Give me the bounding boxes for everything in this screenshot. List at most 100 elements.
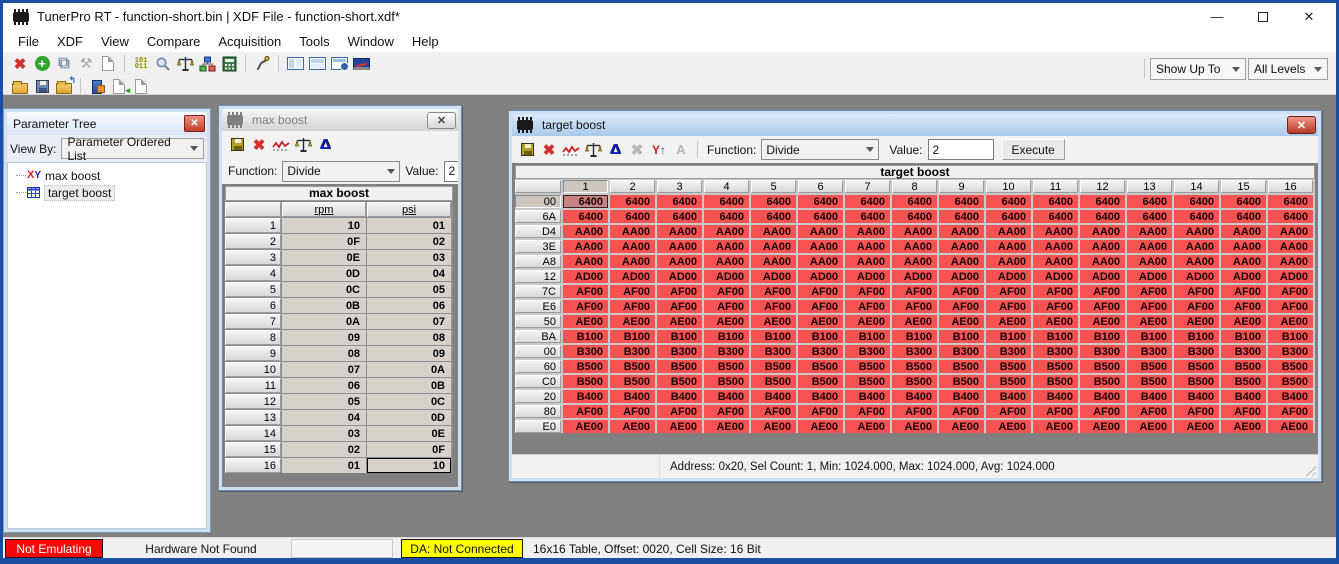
table-cell[interactable]: AF00 <box>1268 300 1313 313</box>
table-cell[interactable]: B500 <box>939 375 984 388</box>
table-cell[interactable]: AE00 <box>1268 420 1313 433</box>
column-header-9[interactable]: 9 <box>939 180 984 193</box>
row-header[interactable]: 6A <box>515 210 561 223</box>
table-cell[interactable]: B100 <box>892 330 937 343</box>
table-cell[interactable]: B300 <box>1127 345 1172 358</box>
table-cell[interactable]: AA00 <box>939 225 984 238</box>
table-cell[interactable]: AA00 <box>704 225 749 238</box>
value-input[interactable]: 2 <box>444 161 459 182</box>
table-cell[interactable]: 0E <box>367 426 451 441</box>
table-cell[interactable]: AF00 <box>1174 300 1219 313</box>
table-cell[interactable]: AF00 <box>657 285 702 298</box>
table-cell[interactable]: AA00 <box>610 255 655 268</box>
acquisition-probe-icon[interactable] <box>251 54 273 74</box>
table-cell[interactable]: B300 <box>1221 345 1266 358</box>
function-select[interactable]: Divide <box>282 161 400 182</box>
table-cell[interactable]: AA00 <box>704 240 749 253</box>
menu-item-view[interactable]: View <box>92 31 138 52</box>
save-file-icon[interactable] <box>31 77 53 97</box>
table-cell[interactable]: B100 <box>751 330 796 343</box>
table-cell[interactable]: 0A <box>282 314 366 329</box>
column-header-5[interactable]: 5 <box>751 180 796 193</box>
table-cell[interactable]: AF00 <box>1127 285 1172 298</box>
table-cell[interactable]: B300 <box>798 345 843 358</box>
table-cell[interactable]: 6400 <box>1127 195 1172 208</box>
table-cell[interactable]: AE00 <box>563 315 608 328</box>
table-cell[interactable]: 07 <box>367 314 451 329</box>
table-cell[interactable]: 6400 <box>939 195 984 208</box>
row-header[interactable]: 14 <box>225 426 281 441</box>
table-cell[interactable]: B100 <box>1033 330 1078 343</box>
table-cell[interactable]: AE00 <box>798 315 843 328</box>
table-cell[interactable]: AE00 <box>1174 315 1219 328</box>
table-cell[interactable]: B100 <box>1080 330 1125 343</box>
table-cell[interactable]: AA00 <box>1033 240 1078 253</box>
table-cell[interactable]: AE00 <box>1268 315 1313 328</box>
hierarchy-icon[interactable] <box>196 54 218 74</box>
table-cell[interactable]: B500 <box>563 360 608 373</box>
table-cell[interactable]: AA00 <box>657 225 702 238</box>
table-cell[interactable]: B100 <box>1174 330 1219 343</box>
table-cell[interactable]: 6400 <box>1127 210 1172 223</box>
table-cell[interactable]: AD00 <box>704 270 749 283</box>
column-header-7[interactable]: 7 <box>845 180 890 193</box>
table-cell[interactable]: B500 <box>1127 360 1172 373</box>
table-cell[interactable]: B300 <box>939 345 984 358</box>
table-cell[interactable]: AD00 <box>610 270 655 283</box>
row-header[interactable]: E6 <box>515 300 561 313</box>
table-cell[interactable]: B300 <box>1033 345 1078 358</box>
waveform-icon[interactable] <box>560 140 582 160</box>
row-header[interactable]: BA <box>515 330 561 343</box>
menu-item-file[interactable]: File <box>9 31 48 52</box>
table-cell[interactable]: AE00 <box>892 315 937 328</box>
table-cell[interactable]: 6400 <box>939 210 984 223</box>
table-cell[interactable]: 09 <box>282 330 366 345</box>
column-header-14[interactable]: 14 <box>1174 180 1219 193</box>
table-cell[interactable]: B500 <box>986 360 1031 373</box>
table-cell[interactable]: 6400 <box>1221 210 1266 223</box>
window-info-icon[interactable] <box>328 54 350 74</box>
table-cell[interactable]: 6400 <box>986 195 1031 208</box>
table-cell[interactable]: 0E <box>282 250 366 265</box>
table-cell[interactable]: B500 <box>1174 360 1219 373</box>
table-cell[interactable]: 6400 <box>1221 195 1266 208</box>
row-header[interactable]: E0 <box>515 420 561 433</box>
table-cell[interactable]: 05 <box>367 282 451 297</box>
table-cell[interactable]: AF00 <box>939 285 984 298</box>
table-cell[interactable]: 0B <box>282 298 366 313</box>
table-cell[interactable]: B400 <box>1268 390 1313 403</box>
table-cell[interactable]: AE00 <box>1221 420 1266 433</box>
table-cell[interactable]: 6400 <box>563 210 608 223</box>
table-cell[interactable]: B100 <box>798 330 843 343</box>
target-boost-title-bar[interactable]: target boost ✕ <box>512 114 1318 136</box>
export-document-icon[interactable]: ◂ <box>108 77 130 97</box>
target-boost-close-button[interactable]: ✕ <box>1287 116 1316 134</box>
save-icon[interactable] <box>516 140 538 160</box>
table-cell[interactable]: B500 <box>845 360 890 373</box>
row-header[interactable]: 9 <box>225 346 281 361</box>
table-cell[interactable]: AF00 <box>1033 285 1078 298</box>
table-cell[interactable]: B300 <box>704 345 749 358</box>
table-cell[interactable]: AF00 <box>1268 405 1313 418</box>
table-cell[interactable]: B300 <box>1174 345 1219 358</box>
row-header[interactable]: A8 <box>515 255 561 268</box>
table-cell[interactable]: AF00 <box>939 405 984 418</box>
table-cell[interactable]: AD00 <box>798 270 843 283</box>
import-xdf-icon[interactable] <box>86 77 108 97</box>
table-cell[interactable]: AF00 <box>610 405 655 418</box>
scales-compare-icon[interactable] <box>292 135 314 155</box>
table-cell[interactable]: B500 <box>986 375 1031 388</box>
table-cell[interactable]: AA00 <box>845 255 890 268</box>
table-cell[interactable]: B500 <box>657 375 702 388</box>
table-cell[interactable]: AF00 <box>939 300 984 313</box>
row-header[interactable]: 2 <box>225 234 281 249</box>
table-cell[interactable]: 03 <box>282 426 366 441</box>
table-cell[interactable]: 6400 <box>798 210 843 223</box>
table-cell[interactable]: B500 <box>1080 360 1125 373</box>
table-cell[interactable]: 6400 <box>845 210 890 223</box>
table-cell[interactable]: 08 <box>367 330 451 345</box>
table-cell[interactable]: B100 <box>1127 330 1172 343</box>
table-cell[interactable]: 6400 <box>798 195 843 208</box>
row-header[interactable]: 20 <box>515 390 561 403</box>
table-cell[interactable]: AF00 <box>1268 285 1313 298</box>
